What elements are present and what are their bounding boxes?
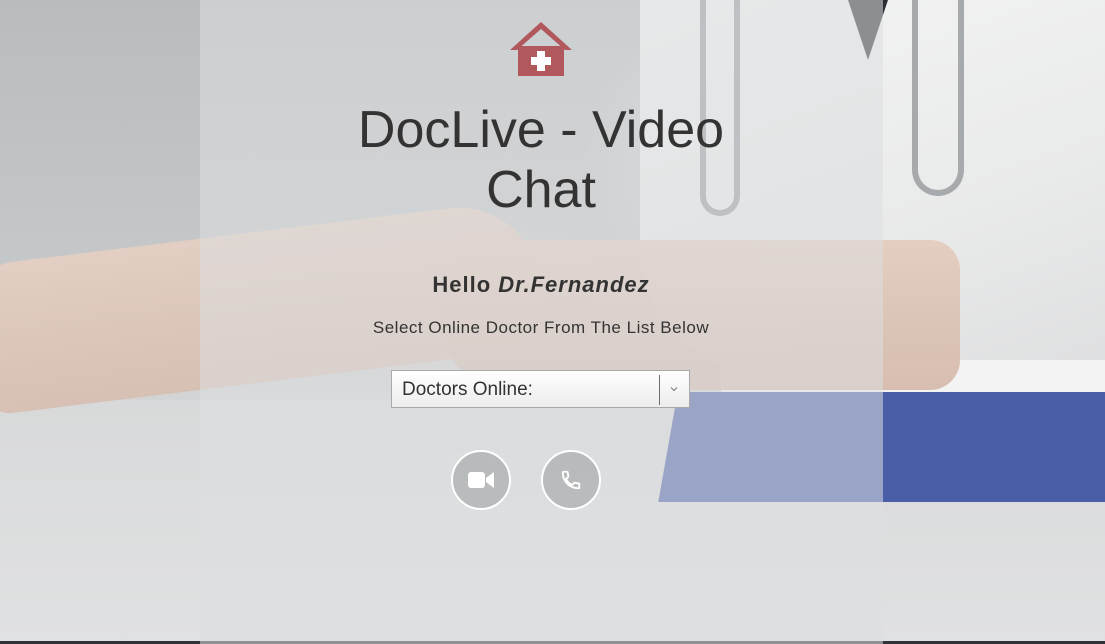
app-stage: DocLive - Video Chat Hello Dr.Fernandez … xyxy=(0,0,1105,644)
chevron-down-icon xyxy=(670,387,678,392)
greeting-prefix: Hello xyxy=(432,272,492,297)
house-medical-icon xyxy=(510,22,572,76)
doctor-name: Dr.Fernandez xyxy=(498,272,650,297)
doctor-select-value: Doctors Online: xyxy=(402,379,533,400)
video-camera-icon xyxy=(468,472,494,488)
video-call-button[interactable] xyxy=(451,450,511,510)
page-title: DocLive - Video Chat xyxy=(357,101,725,219)
phone-icon xyxy=(561,470,581,490)
select-divider xyxy=(659,375,660,405)
stethoscope-right xyxy=(912,0,964,196)
doctor-select[interactable]: Doctors Online: xyxy=(391,370,690,408)
greeting: Hello Dr.Fernandez xyxy=(300,272,782,298)
instruction-text: Select Online Doctor From The List Below xyxy=(372,318,710,337)
voice-call-button[interactable] xyxy=(541,450,601,510)
